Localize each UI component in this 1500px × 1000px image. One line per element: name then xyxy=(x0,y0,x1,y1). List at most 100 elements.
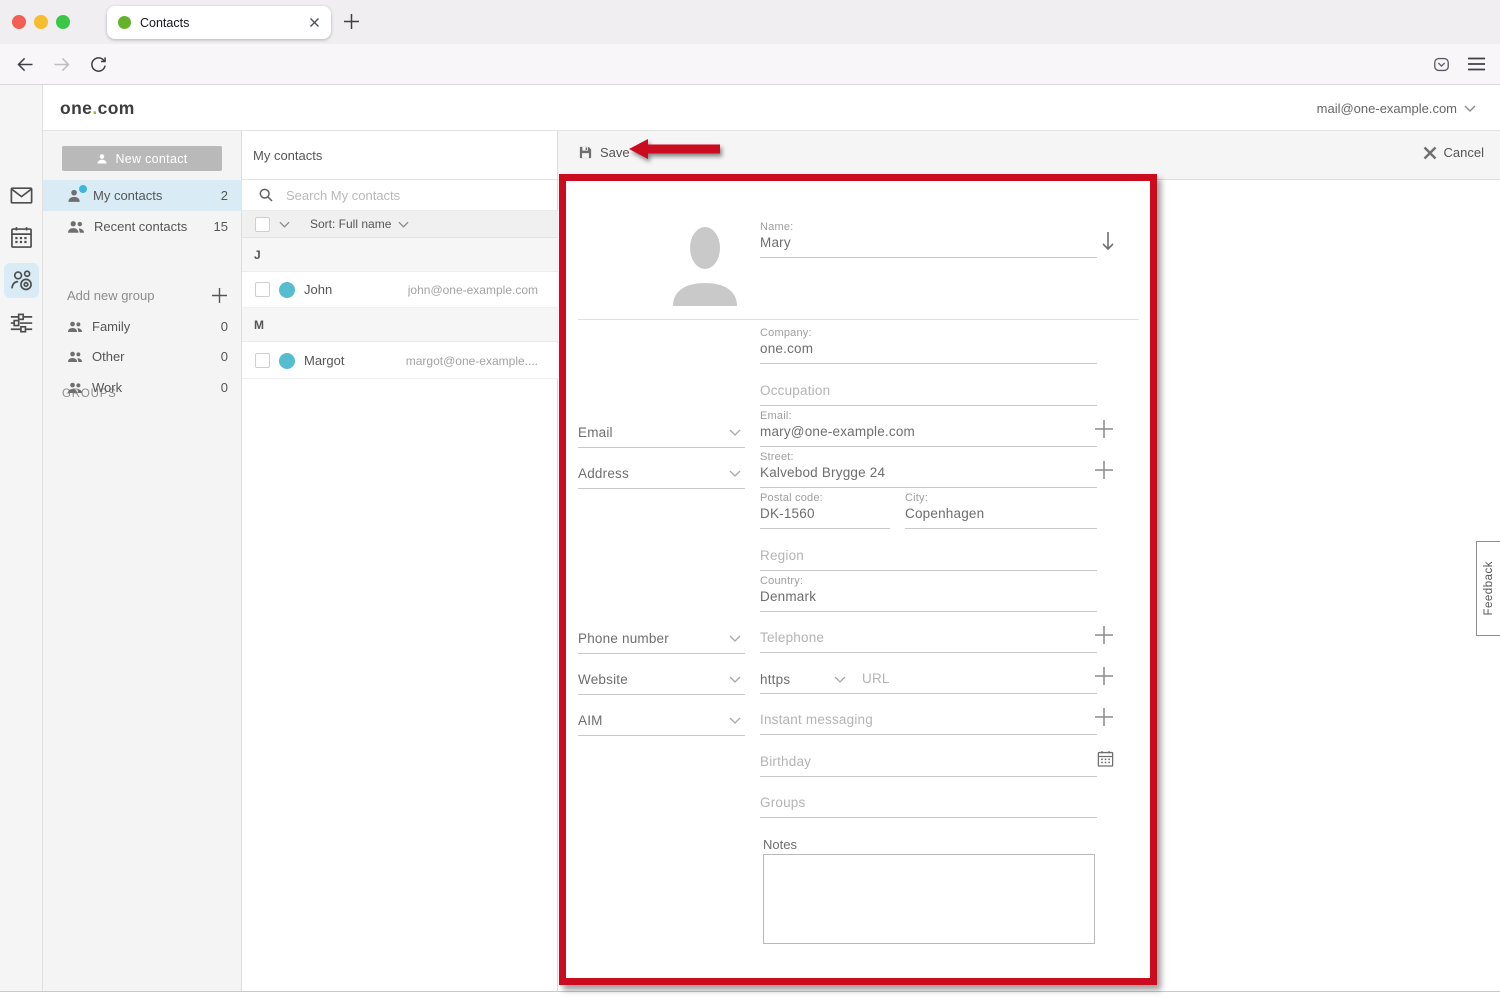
settings-sliders-icon[interactable] xyxy=(8,309,35,336)
name-label: Name: xyxy=(760,221,1097,233)
app-left-rail xyxy=(0,85,43,992)
contact-list-panel: My contacts Sort: Full name J John john@… xyxy=(242,131,558,992)
sidebar-group-other[interactable]: Other 0 xyxy=(43,341,242,372)
chevron-down-icon xyxy=(729,429,741,436)
section-divider xyxy=(578,319,1139,320)
cancel-button[interactable]: Cancel xyxy=(1423,145,1484,160)
birthday-calendar-icon[interactable] xyxy=(1096,749,1115,768)
instant-messaging-input[interactable] xyxy=(760,710,1097,735)
add-phone-icon[interactable] xyxy=(1094,625,1114,645)
contact-row-margot[interactable]: Margot margot@one-example.... xyxy=(242,343,558,379)
account-email: mail@one-example.com xyxy=(1317,101,1457,116)
menu-hamburger-icon[interactable] xyxy=(1468,57,1485,71)
company-label: Company: xyxy=(760,327,1097,339)
account-dropdown[interactable]: mail@one-example.com xyxy=(1317,101,1476,116)
mail-icon[interactable] xyxy=(8,182,35,209)
chevron-down-icon xyxy=(729,717,741,724)
email-input[interactable] xyxy=(760,422,1097,447)
reload-icon[interactable] xyxy=(88,54,108,74)
browser-tab-strip: Contacts xyxy=(0,0,1500,44)
tab-title: Contacts xyxy=(140,16,309,30)
chevron-down-icon xyxy=(398,221,409,228)
letter-header: M xyxy=(242,308,558,342)
app-header: one.com mail@one-example.com xyxy=(43,85,1500,131)
contact-email: margot@one-example.... xyxy=(406,354,538,368)
country-label: Country: xyxy=(760,575,1097,587)
contact-photo-avatar[interactable] xyxy=(663,222,747,306)
occupation-input[interactable] xyxy=(760,381,1097,406)
im-type-selector[interactable]: AIM xyxy=(578,711,745,736)
highlight-arrow xyxy=(628,137,720,161)
content-bottom-border xyxy=(0,991,1500,992)
chevron-down-icon xyxy=(729,676,741,683)
window-minimize-button[interactable] xyxy=(34,15,48,29)
city-label: City: xyxy=(905,492,1097,504)
postal-code-input[interactable] xyxy=(760,504,890,529)
new-contact-button[interactable]: New contact xyxy=(62,146,222,171)
city-input[interactable] xyxy=(905,504,1097,529)
contact-email: john@one-example.com xyxy=(408,283,538,297)
phone-type-selector[interactable]: Phone number xyxy=(578,629,745,654)
select-all-checkbox[interactable] xyxy=(255,217,270,232)
sidebar-item-my-contacts[interactable]: My contacts 2 xyxy=(43,180,242,211)
street-label: Street: xyxy=(760,451,1097,463)
calendar-icon[interactable] xyxy=(8,224,35,251)
contact-checkbox[interactable] xyxy=(255,282,270,297)
notes-textarea[interactable] xyxy=(763,854,1095,944)
name-input[interactable] xyxy=(760,233,1097,258)
add-address-icon[interactable] xyxy=(1094,460,1114,480)
notes-label: Notes xyxy=(763,837,797,852)
contact-row-john[interactable]: John john@one-example.com xyxy=(242,272,558,308)
back-icon[interactable] xyxy=(15,54,36,75)
sidebar-group-family[interactable]: Family 0 xyxy=(43,311,242,342)
cancel-x-icon xyxy=(1423,146,1437,160)
sidebar-group-work[interactable]: Work 0 xyxy=(43,372,242,403)
address-type-selector[interactable]: Address xyxy=(578,464,745,489)
plus-icon[interactable] xyxy=(211,287,228,304)
sort-selector[interactable]: Sort: Full name xyxy=(310,217,409,231)
company-input[interactable] xyxy=(760,339,1097,364)
telephone-input[interactable] xyxy=(760,628,1097,653)
email-type-selector[interactable]: Email xyxy=(578,423,745,448)
window-zoom-button[interactable] xyxy=(56,15,70,29)
groups-input[interactable] xyxy=(760,793,1097,818)
search-input[interactable] xyxy=(286,188,506,203)
sort-bar: Sort: Full name xyxy=(242,211,558,238)
contacts-sidebar: New contact My contacts 2 Recent contact… xyxy=(43,131,242,992)
my-contacts-icon xyxy=(67,188,84,203)
contact-checkbox[interactable] xyxy=(255,353,270,368)
save-button[interactable]: Save xyxy=(578,145,630,160)
people-icon xyxy=(67,219,85,234)
tab-close-icon[interactable] xyxy=(309,17,320,28)
birthday-input[interactable] xyxy=(760,752,1097,777)
sidebar-item-recent-contacts[interactable]: Recent contacts 15 xyxy=(43,211,242,242)
people-icon xyxy=(67,381,83,394)
add-im-icon[interactable] xyxy=(1094,707,1114,727)
chevron-down-icon xyxy=(1464,105,1476,112)
postal-code-label: Postal code: xyxy=(760,492,890,504)
letter-header: J xyxy=(242,238,558,272)
add-website-icon[interactable] xyxy=(1094,666,1114,686)
contact-avatar xyxy=(279,282,295,298)
search-bar[interactable] xyxy=(242,180,558,211)
street-input[interactable] xyxy=(760,463,1097,488)
country-input[interactable] xyxy=(760,587,1097,612)
region-input[interactable] xyxy=(760,546,1097,571)
browser-tab[interactable]: Contacts xyxy=(107,6,331,39)
chevron-down-icon xyxy=(729,635,741,642)
new-tab-icon[interactable] xyxy=(343,13,360,30)
new-indicator-dot xyxy=(79,185,87,193)
window-close-button[interactable] xyxy=(12,15,26,29)
add-email-icon[interactable] xyxy=(1094,419,1114,439)
add-new-group[interactable]: Add new group xyxy=(43,280,242,311)
url-input[interactable] xyxy=(760,669,1097,694)
website-type-selector[interactable]: Website xyxy=(578,670,745,695)
tab-favicon xyxy=(118,16,131,29)
pocket-icon[interactable] xyxy=(1432,55,1451,74)
search-icon xyxy=(258,187,274,203)
forward-icon[interactable] xyxy=(51,54,72,75)
feedback-tab[interactable]: Feedback xyxy=(1476,541,1500,636)
chevron-down-icon[interactable] xyxy=(279,221,290,228)
collapse-arrow-icon[interactable] xyxy=(1100,231,1116,251)
contacts-icon[interactable] xyxy=(8,267,35,294)
